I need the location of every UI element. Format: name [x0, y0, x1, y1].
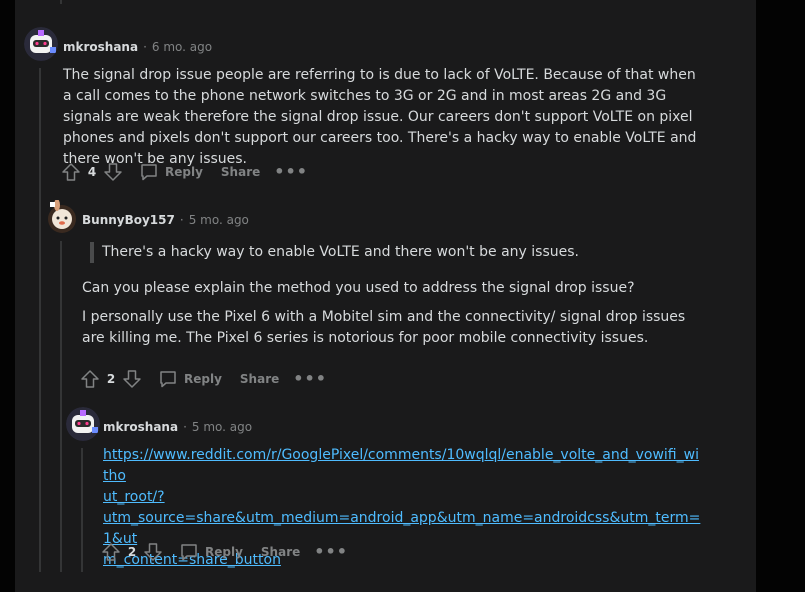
thread-line-comment-2[interactable]: [60, 241, 62, 572]
comment-paragraph: I personally use the Pixel 6 with a Mobi…: [82, 309, 686, 346]
share-button[interactable]: Share: [236, 372, 279, 386]
thread-line-comment-3[interactable]: [81, 448, 83, 572]
comment-paragraph: The signal drop issue people are referri…: [63, 67, 697, 167]
upvote-icon[interactable]: [78, 367, 102, 391]
share-label: Share: [239, 372, 280, 386]
username[interactable]: BunnyBoy157: [82, 213, 175, 227]
share-button[interactable]: Share: [257, 545, 300, 559]
comment-body: The signal drop issue people are referri…: [63, 65, 708, 170]
link-line: ut_root/?: [103, 489, 165, 505]
reply-icon: [181, 544, 197, 561]
reply-button[interactable]: Reply: [179, 542, 243, 562]
reply-button[interactable]: Reply: [139, 162, 203, 182]
upvote-icon[interactable]: [59, 160, 83, 184]
downvote-icon[interactable]: [141, 540, 165, 564]
username[interactable]: mkroshana: [63, 40, 138, 54]
comment-meta: mkroshana · 6 mo. ago: [63, 40, 212, 54]
more-options-icon[interactable]: •••: [314, 544, 348, 560]
downvote-icon[interactable]: [120, 367, 144, 391]
reply-icon: [141, 164, 157, 181]
thread-line-comment-1[interactable]: [39, 68, 41, 572]
separator-dot: ·: [143, 40, 147, 54]
reply-button[interactable]: Reply: [158, 369, 222, 389]
comment-actions: 2 Reply Share •••: [78, 367, 327, 391]
comment-paragraph: Can you please explain the method you us…: [82, 280, 635, 296]
comments-panel: mkroshana · 6 mo. ago The signal drop is…: [15, 0, 756, 592]
vote-score: 4: [87, 165, 97, 179]
comment-body: Can you please explain the method you us…: [82, 278, 692, 349]
reply-label: Reply: [184, 372, 222, 386]
thread-line-top[interactable]: [60, 0, 62, 4]
separator-dot: ·: [183, 420, 187, 434]
username[interactable]: mkroshana: [103, 420, 178, 434]
timestamp[interactable]: 5 mo. ago: [192, 420, 252, 434]
comment-meta: mkroshana · 5 mo. ago: [103, 420, 252, 434]
share-label: Share: [260, 545, 301, 559]
downvote-icon[interactable]: [101, 160, 125, 184]
more-options-icon[interactable]: •••: [293, 371, 327, 387]
share-label: Share: [220, 165, 261, 179]
vote-score: 2: [127, 545, 137, 559]
upvote-icon[interactable]: [99, 540, 123, 564]
reply-label: Reply: [165, 165, 203, 179]
comment-actions: 4 Reply Share •••: [59, 160, 308, 184]
blockquote: There's a hacky way to enable VoLTE and …: [90, 242, 702, 263]
timestamp[interactable]: 5 mo. ago: [189, 213, 249, 227]
share-button[interactable]: Share: [217, 165, 260, 179]
avatar[interactable]: [46, 200, 78, 234]
separator-dot: ·: [179, 213, 184, 227]
link-line: https://www.reddit.com/r/GooglePixel/com…: [103, 447, 699, 484]
reply-icon: [160, 371, 176, 388]
avatar[interactable]: [66, 407, 100, 441]
avatar[interactable]: [24, 27, 58, 61]
comment-meta: BunnyBoy157 · 5 mo. ago: [82, 213, 249, 227]
comment-actions: 2 Reply Share •••: [99, 540, 348, 564]
more-options-icon[interactable]: •••: [274, 164, 308, 180]
reply-label: Reply: [205, 545, 243, 559]
timestamp[interactable]: 6 mo. ago: [152, 40, 212, 54]
vote-score: 2: [106, 372, 116, 386]
